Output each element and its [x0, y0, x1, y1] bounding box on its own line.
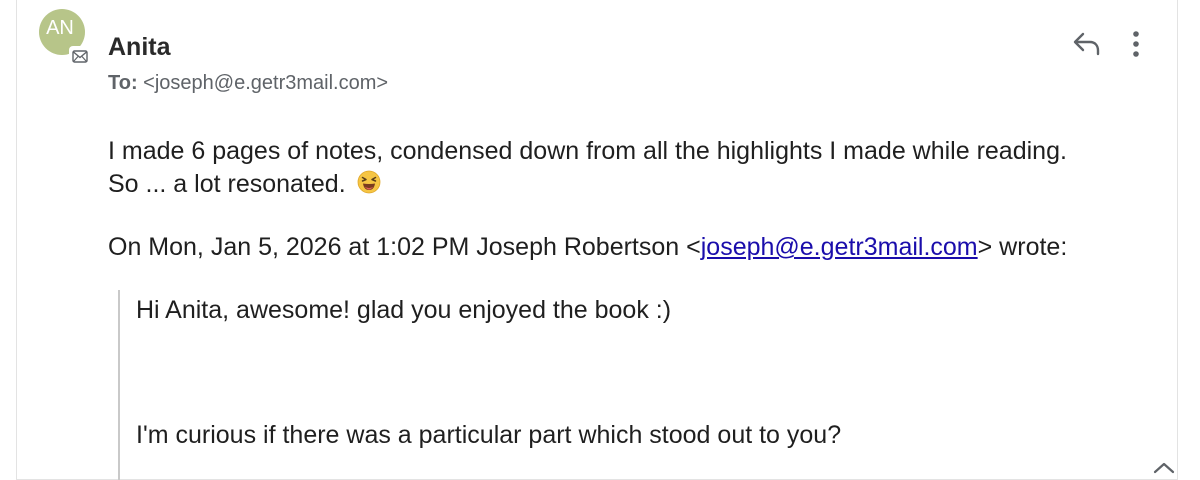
- quoted-text-line: Hi Anita, awesome! glad you enjoyed the …: [136, 296, 672, 324]
- laughing-emoji-icon: [357, 170, 381, 201]
- sender-name[interactable]: Anita: [108, 33, 171, 62]
- quote-attribution: On Mon, Jan 5, 2026 at 1:02 PM Joseph Ro…: [108, 233, 1168, 262]
- quote-attribution-suffix: > wrote:: [977, 233, 1068, 261]
- reply-button[interactable]: [1068, 28, 1106, 64]
- message-body-line: I made 6 pages of notes, condensed down …: [108, 137, 1067, 165]
- quote-attribution-prefix: On Mon, Jan 5, 2026 at 1:02 PM Joseph Ro…: [108, 233, 701, 261]
- sender-email-link[interactable]: joseph@e.getr3mail.com: [701, 233, 978, 261]
- quote-divider: [118, 290, 120, 480]
- envelope-icon: [69, 46, 91, 66]
- message-body-line: So ... a lot resonated.: [108, 170, 1168, 201]
- recipient-line: To: <joseph@e.getr3mail.com>: [108, 72, 388, 95]
- to-label: To:: [108, 72, 138, 94]
- quoted-text-line: I'm curious if there was a particular pa…: [136, 421, 842, 449]
- message-body-text: So ... a lot resonated.: [108, 170, 346, 198]
- chevron-icon[interactable]: [1152, 460, 1176, 474]
- avatar-initials: AN: [46, 17, 74, 39]
- reply-icon: [1072, 31, 1102, 62]
- more-vert-icon: [1132, 30, 1140, 63]
- recipient-address: <joseph@e.getr3mail.com>: [143, 72, 389, 94]
- more-options-button[interactable]: [1120, 28, 1152, 64]
